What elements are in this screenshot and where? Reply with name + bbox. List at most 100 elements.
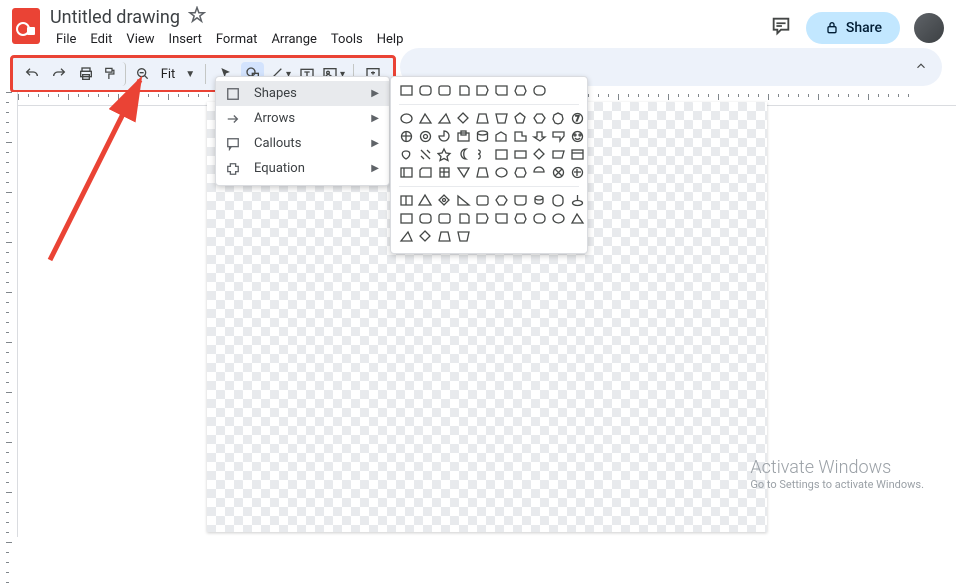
shape-option[interactable] — [418, 83, 433, 98]
share-button[interactable]: Share — [806, 12, 900, 44]
shape-option[interactable] — [494, 129, 509, 144]
menu-item-shapes[interactable]: Shapes▶ — [216, 81, 389, 106]
undo-button[interactable] — [21, 62, 44, 86]
shape-option[interactable] — [456, 129, 471, 144]
shape-option[interactable] — [437, 111, 452, 126]
shape-option[interactable] — [456, 165, 471, 180]
zoom-select[interactable]: Fit▼ — [161, 67, 196, 82]
menu-help[interactable]: Help — [371, 30, 410, 49]
shape-option[interactable] — [399, 229, 414, 244]
shape-option[interactable] — [456, 111, 471, 126]
menu-file[interactable]: File — [50, 30, 82, 49]
shape-option[interactable] — [513, 211, 528, 226]
shape-option[interactable] — [532, 83, 547, 98]
shape-option[interactable] — [513, 165, 528, 180]
shape-option[interactable] — [437, 129, 452, 144]
shape-option[interactable] — [437, 211, 452, 226]
menu-tools[interactable]: Tools — [325, 30, 369, 49]
shape-option[interactable] — [532, 211, 547, 226]
shape-option[interactable] — [437, 193, 452, 208]
shape-option[interactable] — [494, 111, 509, 126]
shape-option[interactable] — [475, 165, 490, 180]
shape-option[interactable] — [456, 193, 471, 208]
star-icon[interactable] — [188, 6, 206, 28]
menu-item-callouts[interactable]: Callouts▶ — [216, 131, 389, 156]
shape-option[interactable] — [437, 83, 452, 98]
shape-option[interactable] — [475, 193, 490, 208]
shape-option[interactable] — [437, 147, 452, 162]
shape-option[interactable] — [475, 111, 490, 126]
shape-option[interactable] — [475, 129, 490, 144]
shape-option[interactable] — [532, 165, 547, 180]
shape-option[interactable] — [475, 83, 490, 98]
menu-view[interactable]: View — [120, 30, 160, 49]
comments-icon[interactable] — [770, 15, 792, 41]
app-icon[interactable] — [12, 8, 40, 44]
shape-option[interactable] — [532, 129, 547, 144]
shape-option[interactable] — [418, 147, 433, 162]
paint-format-button[interactable] — [102, 62, 126, 86]
shape-option[interactable] — [456, 229, 471, 244]
shape-option[interactable] — [513, 193, 528, 208]
collapse-toolbar-icon[interactable] — [914, 58, 928, 77]
shape-option[interactable] — [399, 165, 414, 180]
shape-option[interactable] — [418, 111, 433, 126]
shape-option[interactable] — [494, 147, 509, 162]
shape-option[interactable] — [570, 129, 585, 144]
shape-option[interactable] — [418, 229, 433, 244]
shape-option[interactable] — [418, 129, 433, 144]
shape-option[interactable] — [475, 211, 490, 226]
shape-option[interactable] — [551, 129, 566, 144]
menu-edit[interactable]: Edit — [84, 30, 118, 49]
shape-option[interactable] — [513, 147, 528, 162]
shape-option[interactable] — [418, 193, 433, 208]
shape-option[interactable] — [418, 165, 433, 180]
shape-option[interactable] — [494, 211, 509, 226]
shape-option[interactable] — [532, 147, 547, 162]
menu-format[interactable]: Format — [210, 30, 264, 49]
shape-option[interactable] — [399, 129, 414, 144]
shape-option[interactable] — [494, 193, 509, 208]
shape-option[interactable] — [570, 193, 585, 208]
shape-option[interactable] — [456, 147, 471, 162]
shape-option[interactable] — [399, 147, 414, 162]
doc-title[interactable]: Untitled drawing — [50, 7, 180, 28]
arrow-right-icon: ▶ — [371, 163, 379, 174]
shape-option[interactable] — [475, 147, 490, 162]
arrow-right-icon: ▶ — [371, 113, 379, 124]
shape-option[interactable] — [570, 211, 585, 226]
shape-option[interactable] — [513, 83, 528, 98]
shape-option[interactable] — [513, 111, 528, 126]
shape-option[interactable] — [551, 211, 566, 226]
shape-option[interactable] — [399, 83, 414, 98]
shape-option[interactable] — [456, 211, 471, 226]
shape-option[interactable] — [551, 165, 566, 180]
shape-option[interactable] — [513, 129, 528, 144]
redo-button[interactable] — [48, 62, 71, 86]
shape-option[interactable] — [437, 165, 452, 180]
shape-option[interactable] — [532, 111, 547, 126]
shape-option[interactable] — [551, 111, 566, 126]
menu-item-equation[interactable]: Equation▶ — [216, 156, 389, 181]
shape-option[interactable] — [551, 193, 566, 208]
shape-option[interactable] — [494, 165, 509, 180]
shape-option[interactable] — [532, 193, 547, 208]
shape-option[interactable] — [570, 165, 585, 180]
menu-arrange[interactable]: Arrange — [265, 30, 322, 49]
shape-option[interactable]: 7 — [570, 111, 585, 126]
shape-option[interactable] — [570, 147, 585, 162]
shape-option[interactable] — [399, 211, 414, 226]
shape-option[interactable] — [437, 229, 452, 244]
shape-option[interactable] — [399, 111, 414, 126]
menu-item-arrows[interactable]: Arrows▶ — [216, 106, 389, 131]
shape-option[interactable] — [399, 193, 414, 208]
shape-option[interactable] — [551, 147, 566, 162]
user-avatar[interactable] — [914, 13, 944, 43]
menu-insert[interactable]: Insert — [163, 30, 208, 49]
arrow-right-icon: ▶ — [371, 88, 379, 99]
print-button[interactable] — [75, 62, 98, 86]
shape-option[interactable] — [494, 83, 509, 98]
shape-option[interactable] — [418, 211, 433, 226]
zoom-out-button[interactable] — [132, 62, 155, 86]
shape-option[interactable] — [456, 83, 471, 98]
